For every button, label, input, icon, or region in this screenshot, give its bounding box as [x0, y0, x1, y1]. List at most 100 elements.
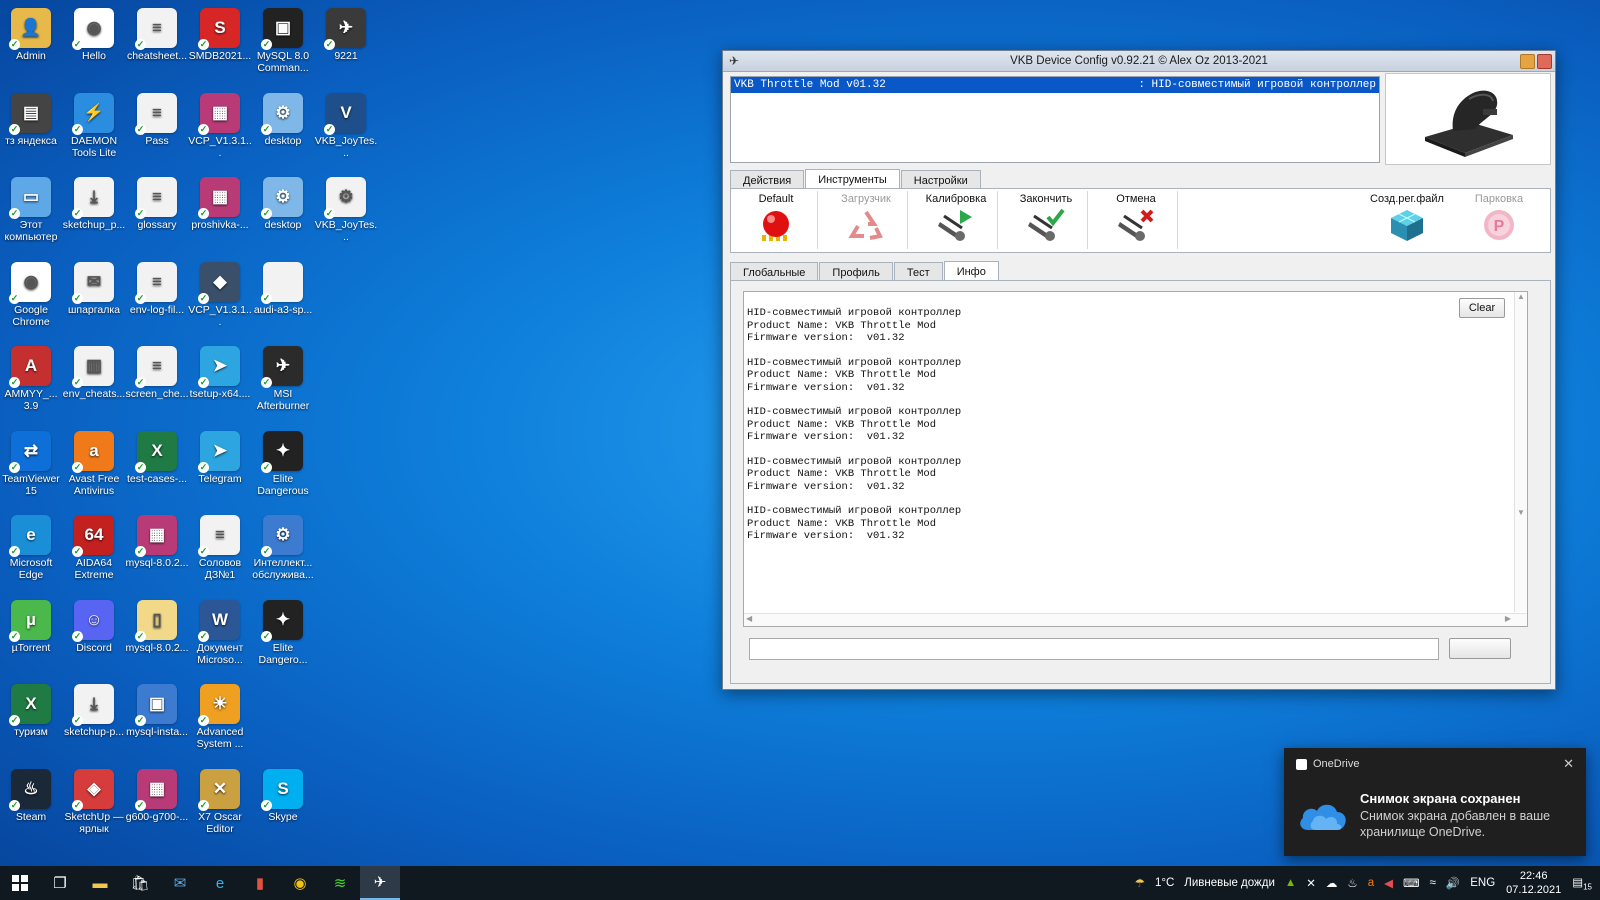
action-center-icon[interactable]: ▤15	[1572, 875, 1592, 891]
desktop-icon[interactable]: ✈ ✓ MSI Afterburner	[251, 346, 315, 412]
parking-button[interactable]: Парковка P	[1455, 191, 1543, 249]
desktop-icon[interactable]: ⤓ ✓ sketchup_p...	[62, 177, 126, 231]
desktop-icon[interactable]: W ✓ Документ Microso...	[188, 599, 252, 666]
desktop-icon[interactable]: ☺ ✓ Discord	[62, 599, 126, 654]
language-tray-icon[interactable]: ⌨	[1403, 876, 1420, 890]
command-input[interactable]	[749, 638, 1439, 660]
desktop-icon[interactable]: ➤ ✓ Telegram	[188, 430, 252, 485]
desktop-icon[interactable]: ▦ ✓ VCP_V1.3.1...	[188, 92, 252, 159]
weather-icon[interactable]: ☂	[1135, 876, 1145, 890]
tray-app-icon[interactable]: ✕	[1306, 876, 1316, 890]
desktop-icon[interactable]: ▭ ✓ Этот компьютер	[0, 177, 63, 243]
desktop-icon[interactable]: ⚡ ✓ DAEMON Tools Lite	[62, 92, 126, 159]
desktop-icon[interactable]: ≡ ✓ glossary	[125, 177, 189, 231]
close-button[interactable]	[1537, 54, 1552, 69]
desktop-icon[interactable]: ✉ ✓ шпаргалка	[62, 261, 126, 316]
store-icon[interactable]: 🛍	[120, 866, 160, 900]
input-language[interactable]: ENG	[1470, 877, 1495, 889]
nvidia-icon[interactable]: ▲	[1285, 877, 1296, 889]
desktop-icon[interactable]: ⚙ ✓ desktop	[251, 92, 315, 147]
info-log[interactable]: HID-совместимый игровой контроллер Produc…	[743, 291, 1528, 627]
speaker-icon[interactable]: 🔊	[1446, 876, 1460, 890]
desktop-icon[interactable]: 👤 ✓ Admin	[0, 8, 63, 62]
send-button[interactable]	[1449, 638, 1511, 659]
device-list[interactable]: VKB Throttle Mod v01.32 : HID-совместимы…	[730, 76, 1380, 163]
log-horizontal-scrollbar[interactable]: ◀ ▶	[744, 613, 1527, 626]
desktop-icon[interactable]: V ✓ VKB_JoyTes...	[314, 92, 378, 159]
desktop-icon[interactable]: ♨ ✓ Steam	[0, 768, 63, 823]
minimize-button[interactable]	[1520, 54, 1535, 69]
desktop-icon[interactable]: ▤ ✓ тз яндекса	[0, 92, 63, 147]
desktop-icon[interactable]: ◆ ✓ VCP_V1.3.1...	[188, 261, 252, 328]
window-titlebar[interactable]: ✈ VKB Device Config v0.92.21 © Alex Oz 2…	[723, 51, 1555, 72]
onedrive-tray-icon[interactable]: ☁	[1326, 876, 1338, 890]
clear-button[interactable]: Clear	[1459, 298, 1505, 318]
desktop-icon[interactable]: ✦ ✓ Elite Dangerous	[251, 430, 315, 497]
desktop-icon[interactable]: ▦ ✓ proshivka-...	[188, 177, 252, 231]
finish-button[interactable]: Закончить	[1005, 191, 1088, 249]
desktop-icon[interactable]: a ✓ Avast Free Antivirus	[62, 430, 126, 497]
desktop-icon[interactable]: ≡ ✓ cheatsheet...	[125, 8, 189, 62]
desktop-icon[interactable]: ▥ ✓ env_cheats...	[62, 346, 126, 400]
cancel-button[interactable]: Отмена	[1095, 191, 1178, 249]
desktop-icon[interactable]: ✈ ✓ 9221	[314, 8, 378, 62]
desktop-icon[interactable]: ✦ ✓ Elite Dangero...	[251, 599, 315, 666]
desktop-icon[interactable]: ⚙ ✓ desktop	[251, 177, 315, 231]
vkb-config-taskbar-icon[interactable]: ✈	[360, 866, 400, 900]
notification-close-icon[interactable]: ✕	[1563, 756, 1574, 772]
clock[interactable]: 22:46 07.12.2021	[1506, 869, 1561, 897]
desktop-icon[interactable]: ⤓ ✓ sketchup-p...	[62, 684, 126, 738]
notification-app: OneDrive	[1296, 758, 1359, 770]
desktop-icon[interactable]: X ✓ туризм	[0, 684, 63, 738]
desktop-icon[interactable]: µ ✓ µTorrent	[0, 599, 63, 654]
task-view-icon[interactable]: ❐	[40, 866, 80, 900]
desktop-icon[interactable]: ▯ ✓ mysql-8.0.2...	[125, 599, 189, 654]
desktop-icon[interactable]: ⚙ ✓ VKB_JoyTes...	[314, 177, 378, 243]
steam-tray-icon[interactable]: ♨	[1347, 876, 1357, 890]
desktop-icon[interactable]: ➤ ✓ tsetup-x64....	[188, 346, 252, 400]
razer-icon[interactable]: ≋	[320, 866, 360, 900]
avast-tray-icon[interactable]: a	[1368, 877, 1374, 889]
volume-muted-icon[interactable]: ◀	[1384, 876, 1393, 890]
create-reg-file-button[interactable]: Созд.рег.файл	[1363, 191, 1451, 249]
desktop-icon[interactable]: X ✓ test-cases-...	[125, 430, 189, 485]
device-list-item-selected[interactable]: VKB Throttle Mod v01.32 : HID-совместимы…	[731, 77, 1379, 93]
desktop-icon[interactable]: ◈ ✓ SketchUp — ярлык	[62, 768, 126, 835]
weather-text[interactable]: Ливневые дожди	[1184, 877, 1275, 889]
desktop-icon[interactable]: ⚙ ✓ Интеллект... обслужива...	[251, 515, 315, 581]
desktop-icon[interactable]: ☀ ✓ Advanced System ...	[188, 684, 252, 750]
onedrive-notification[interactable]: OneDrive ✕ Снимок экрана сохранен Снимок…	[1284, 748, 1586, 856]
desktop-icon[interactable]: S ✓ Skype	[251, 768, 315, 823]
chrome-icon[interactable]: ◉	[280, 866, 320, 900]
office-icon[interactable]: ▮	[240, 866, 280, 900]
log-entry: HID-совместимый игровой контроллер Produc…	[744, 505, 1527, 543]
desktop-icon[interactable]: S ✓ SMDB2021...	[188, 8, 252, 62]
desktop-icon[interactable]: ✕ ✓ X7 Oscar Editor	[188, 768, 252, 835]
desktop-icon[interactable]: ≡ ✓ screen_che...	[125, 346, 189, 400]
desktop-icon[interactable]: ⇄ ✓ TeamViewer 15	[0, 430, 63, 497]
desktop-icon[interactable]: ▦ ✓ mysql-8.0.2...	[125, 515, 189, 569]
mail-icon[interactable]: ✉	[160, 866, 200, 900]
desktop-icon[interactable]: ✓ audi-a3-sp...	[251, 261, 315, 316]
desktop-icon[interactable]: ▣ ✓ mysql-insta...	[125, 684, 189, 738]
desktop-icon[interactable]: 64 ✓ AIDA64 Extreme	[62, 515, 126, 581]
desktop-icon[interactable]: ▦ ✓ g600-g700-...	[125, 768, 189, 823]
desktop-icon[interactable]: ≡ ✓ Pass	[125, 92, 189, 147]
desktop-icon[interactable]: A ✓ AMMYY_... 3.9	[0, 346, 63, 412]
desktop-icon[interactable]: ▣ ✓ MySQL 8.0 Comman...	[251, 8, 315, 74]
bootloader-button[interactable]: Загрузчик	[825, 191, 908, 249]
calibration-button[interactable]: Калибровка	[915, 191, 998, 249]
desktop-icon[interactable]: ◉ ✓ Hello	[62, 8, 126, 62]
log-vertical-scrollbar[interactable]: ▲ ▼	[1514, 292, 1527, 612]
desktop-icon[interactable]: ◉ ✓ Google Chrome	[0, 261, 63, 328]
desktop-icon[interactable]: ≡ ✓ env-log-fil...	[125, 261, 189, 316]
start-button[interactable]	[0, 866, 40, 900]
weather-temp[interactable]: 1°C	[1155, 877, 1174, 889]
edge-icon[interactable]: e	[200, 866, 240, 900]
wifi-icon[interactable]: ≈	[1430, 877, 1436, 889]
desktop-icon-label: proshivka-...	[191, 219, 249, 231]
desktop-icon[interactable]: e ✓ Microsoft Edge	[0, 515, 63, 581]
desktop-icon[interactable]: ≡ ✓ Соловов ДЗ№1	[188, 515, 252, 581]
file-explorer-icon[interactable]: ▬	[80, 866, 120, 900]
default-button[interactable]: Default	[735, 191, 818, 249]
